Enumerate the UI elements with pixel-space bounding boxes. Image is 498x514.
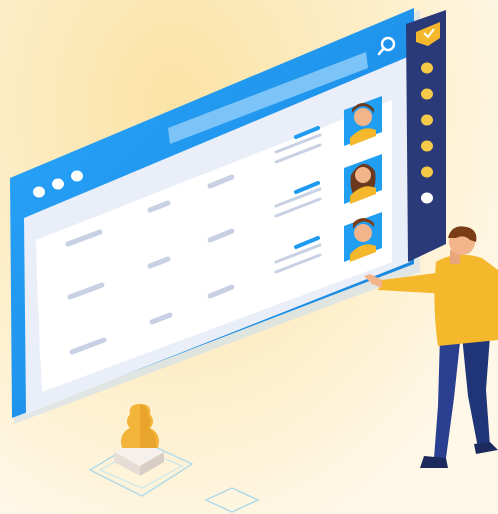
chess-piece-decoration: [88, 404, 194, 497]
app-window: [10, 8, 414, 418]
sidebar-item-5[interactable]: [421, 166, 433, 178]
window-dot-3[interactable]: [71, 170, 83, 182]
sidebar: [406, 10, 446, 262]
sidebar-item-2[interactable]: [421, 88, 433, 100]
floor-tile-decoration: [204, 487, 260, 513]
sidebar-item-3[interactable]: [421, 114, 433, 126]
window-dot-2[interactable]: [52, 178, 64, 190]
sidebar-item-6-active[interactable]: [421, 192, 433, 204]
illustration-scene: [0, 0, 498, 514]
sidebar-item-4[interactable]: [421, 140, 433, 152]
sidebar-panel: [406, 10, 446, 262]
window-dot-1[interactable]: [33, 186, 45, 198]
scene-svg: [10, 8, 498, 513]
sidebar-item-1[interactable]: [421, 62, 433, 74]
